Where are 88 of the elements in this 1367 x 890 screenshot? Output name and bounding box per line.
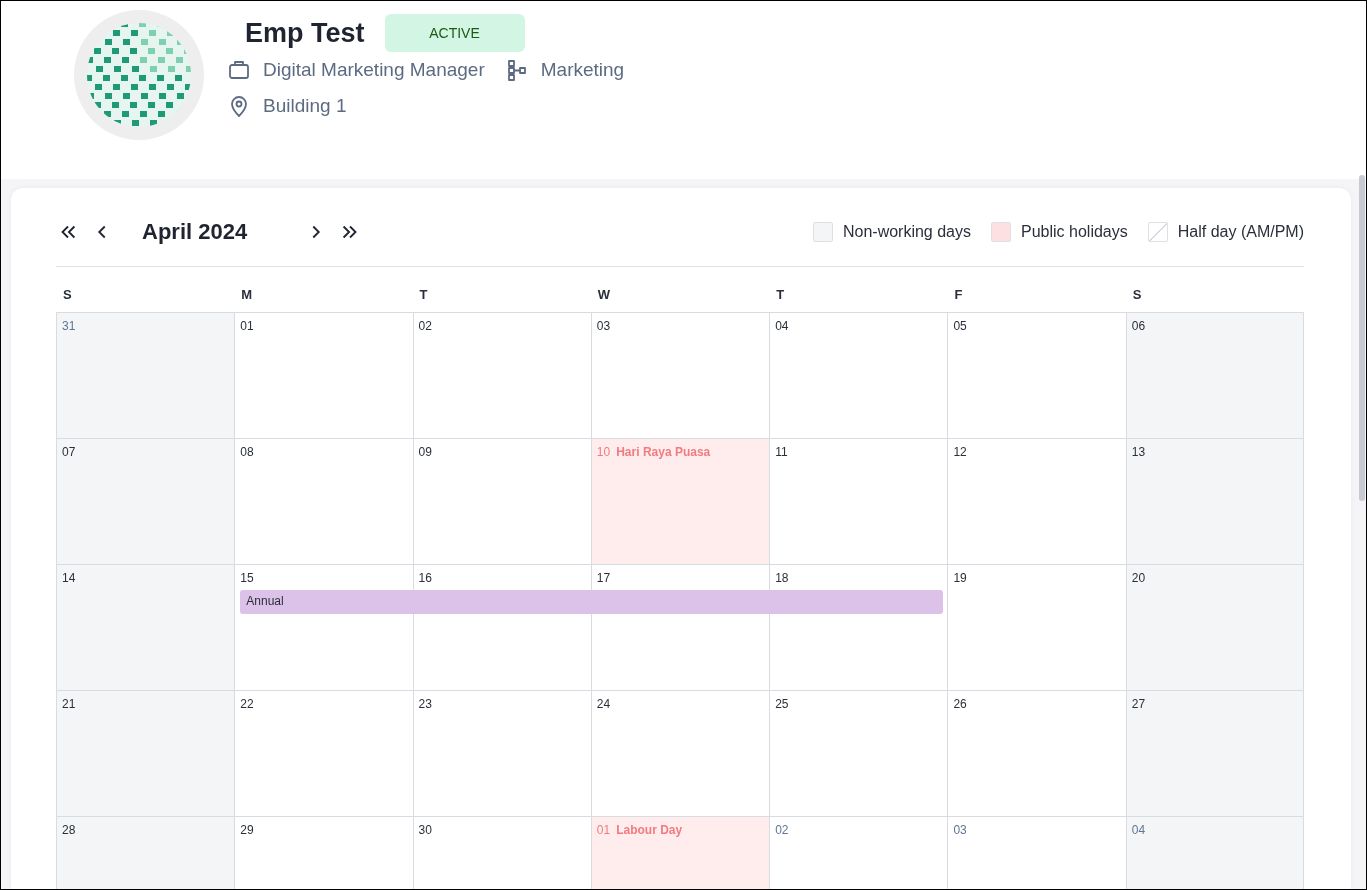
day-number: 17 [596,571,611,585]
day-number: 18 [775,571,789,585]
briefcase-icon [227,58,251,82]
day-cell[interactable]: 06 [1125,312,1304,438]
day-number: 12 [953,445,967,459]
legend-swatch-icon [991,222,1011,242]
day-cell[interactable]: 31 [56,312,235,438]
weekday-header: W [596,286,612,304]
leave-event[interactable]: Annual [240,590,944,614]
day-cell[interactable]: 21 [56,690,235,816]
day-number: 20 [1131,571,1146,585]
day-number: 11 [775,445,788,459]
legend-label: Non-working days [842,223,971,241]
day-cell[interactable]: 13 [1125,438,1304,564]
legend-swatch-icon [1147,222,1168,242]
legend-swatch-icon [812,222,833,242]
day-number: 01 [596,823,611,837]
day-cell[interactable]: 07 [56,438,235,564]
day-number: 03 [596,319,611,333]
day-cell[interactable]: 19 [947,564,1126,690]
day-cell[interactable]: 26 [947,690,1126,816]
day-cell[interactable]: 05 [947,312,1126,438]
weekday-header: T [775,286,786,304]
weekday-header: F [953,286,964,304]
day-number: 23 [418,697,432,711]
day-cell[interactable]: 03 [590,312,770,438]
day-cell[interactable]: 30 [412,816,591,889]
day-number: 04 [1131,823,1146,837]
day-number: 08 [240,445,254,459]
day-number: 10 [596,445,611,459]
employee-name: Emp Test [245,17,365,49]
day-number: 25 [775,697,789,711]
holiday-name: Labour Day [616,823,683,837]
day-cell[interactable]: 01 [234,312,413,438]
day-cell[interactable]: 20 [1125,564,1304,690]
day-cell[interactable]: 25 [769,690,948,816]
day-cell[interactable]: 29 [234,816,413,889]
day-number: 05 [953,319,967,333]
day-number: 09 [418,445,432,459]
day-cell[interactable]: 28 [56,816,235,889]
day-cell[interactable]: 14 [56,564,235,690]
department: Marketing [540,59,625,81]
day-number: 21 [62,697,76,711]
day-number: 13 [1131,445,1146,459]
day-number: 02 [418,319,432,333]
scrollbar[interactable] [1359,175,1365,501]
day-number: 02 [775,823,789,837]
day-cell[interactable]: 27 [1125,690,1304,816]
day-number: 06 [1131,319,1146,333]
day-cell[interactable]: 02 [412,312,591,438]
day-number: 16 [418,571,432,585]
day-cell[interactable]: 23 [412,690,591,816]
day-number: 24 [596,697,611,711]
day-cell[interactable]: 03 [947,816,1126,889]
day-number: 29 [240,823,254,837]
day-number: 28 [62,823,76,837]
day-number: 26 [953,697,967,711]
month-title: April 2024 [142,219,249,245]
day-cell[interactable]: 08 [234,438,413,564]
day-number: 07 [62,445,76,459]
day-number: 14 [62,571,76,585]
day-cell[interactable]: 02 [769,816,948,889]
day-number: 30 [418,823,432,837]
job-title: Digital Marketing Manager [263,59,485,81]
holiday-name: Hari Raya Puasa [616,445,711,459]
weekday-header: T [418,286,429,304]
day-number: 04 [775,319,789,333]
day-number: 19 [953,571,967,585]
weekday-header: M [240,286,254,304]
day-number: 01 [240,319,254,333]
day-cell[interactable]: 22 [234,690,413,816]
day-cell[interactable]: 12 [947,438,1126,564]
legend-label: Public holidays [1021,223,1128,241]
day-number: 31 [62,319,76,333]
status-badge: ACTIVE [384,14,525,52]
day-cell[interactable]: 24 [590,690,770,816]
location: Building 1 [263,95,347,117]
day-number: 22 [240,697,254,711]
weekday-header: S [1131,286,1143,304]
legend-label: Half day (AM/PM) [1177,223,1304,241]
weekday-header: S [62,286,73,304]
day-cell[interactable]: 11 [769,438,948,564]
day-cell[interactable]: 04 [1125,816,1304,889]
day-number: 27 [1131,697,1146,711]
day-number: 15 [240,571,254,585]
day-number: 03 [953,823,967,837]
day-cell[interactable]: 04 [769,312,948,438]
day-cell[interactable]: 09 [412,438,591,564]
